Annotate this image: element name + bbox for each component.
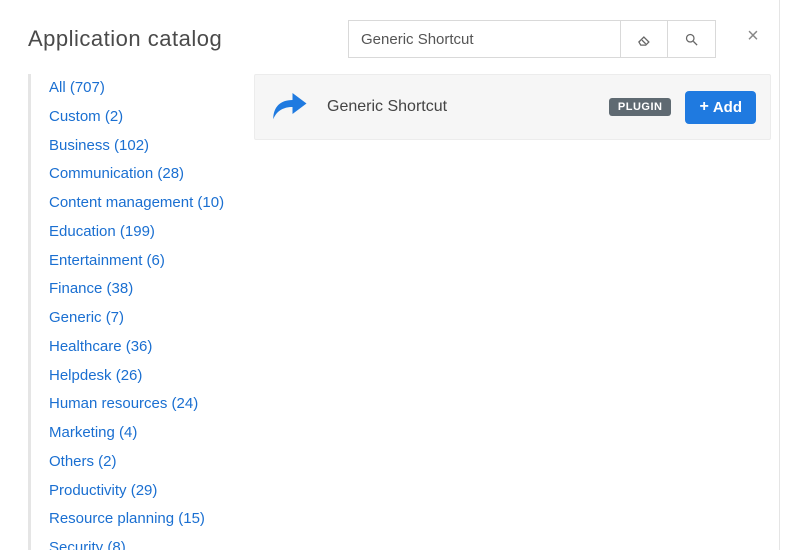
eraser-icon <box>637 32 652 47</box>
result-row: Generic Shortcut PLUGIN + Add <box>254 74 771 140</box>
plus-icon: + <box>699 99 708 115</box>
close-button[interactable]: × <box>743 26 763 46</box>
category-item[interactable]: Resource planning (15) <box>49 505 246 534</box>
category-item[interactable]: All (707) <box>49 74 246 103</box>
modal-header: Application catalog <box>0 0 779 70</box>
modal-body: All (707)Custom (2)Business (102)Communi… <box>0 70 779 550</box>
search-input[interactable] <box>348 20 620 58</box>
page-title: Application catalog <box>28 26 328 52</box>
application-catalog-modal: Application catalog <box>0 0 780 550</box>
plugin-badge: PLUGIN <box>609 98 672 116</box>
category-item[interactable]: Helpdesk (26) <box>49 362 246 391</box>
category-item[interactable]: Finance (38) <box>49 275 246 304</box>
category-item[interactable]: Custom (2) <box>49 103 246 132</box>
result-name: Generic Shortcut <box>327 98 595 116</box>
add-button-label: Add <box>713 99 742 116</box>
results-panel: Generic Shortcut PLUGIN + Add <box>246 70 779 550</box>
category-item[interactable]: Education (199) <box>49 218 246 247</box>
search-button[interactable] <box>668 20 716 58</box>
category-item[interactable]: Productivity (29) <box>49 477 246 506</box>
close-icon: × <box>747 26 759 46</box>
category-item[interactable]: Security (8) <box>49 534 246 550</box>
category-sidebar[interactable]: All (707)Custom (2)Business (102)Communi… <box>28 74 246 550</box>
category-item[interactable]: Communication (28) <box>49 160 246 189</box>
category-item[interactable]: Business (102) <box>49 132 246 161</box>
search-icon <box>684 32 699 47</box>
category-item[interactable]: Human resources (24) <box>49 390 246 419</box>
add-button[interactable]: + Add <box>685 91 756 124</box>
category-item[interactable]: Generic (7) <box>49 304 246 333</box>
category-item[interactable]: Content management (10) <box>49 189 246 218</box>
share-arrow-icon <box>265 83 313 131</box>
category-item[interactable]: Marketing (4) <box>49 419 246 448</box>
search-group <box>348 20 716 58</box>
category-item[interactable]: Others (2) <box>49 448 246 477</box>
category-item[interactable]: Healthcare (36) <box>49 333 246 362</box>
category-item[interactable]: Entertainment (6) <box>49 247 246 276</box>
clear-search-button[interactable] <box>620 20 668 58</box>
